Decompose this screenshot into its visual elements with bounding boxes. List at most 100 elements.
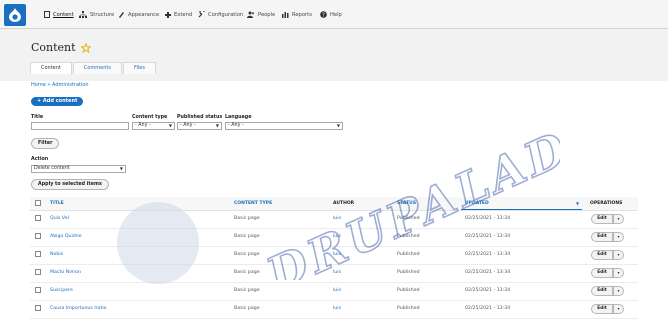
row-updated: 02/25/2021 - 13:34 <box>465 234 511 239</box>
tab-files[interactable]: Files <box>123 62 156 74</box>
row-edit-button[interactable]: Edit <box>591 250 613 260</box>
row-checkbox[interactable] <box>35 269 41 275</box>
admin-toolbar: Content Structure Appearance Extend Conf… <box>0 0 668 29</box>
row-checkbox[interactable] <box>35 251 41 257</box>
chevron-down-icon: ▼ <box>168 123 172 128</box>
row-checkbox[interactable] <box>35 233 41 239</box>
published-status-label: Published status <box>177 115 223 120</box>
apply-to-selected-button[interactable]: Apply to selected items <box>31 179 109 190</box>
language-value: - Any - <box>228 123 244 128</box>
row-title-link[interactable]: Nobis <box>50 252 63 257</box>
title-filter-label: Title <box>31 115 44 120</box>
row-author-link[interactable]: luis <box>333 306 341 311</box>
action-label: Action <box>31 157 49 162</box>
add-content-button[interactable]: + Add content <box>31 97 84 106</box>
filter-button[interactable]: Filter <box>31 138 60 149</box>
structure-icon <box>79 11 87 18</box>
row-author-link[interactable]: luis <box>333 216 341 221</box>
row-checkbox[interactable] <box>35 287 41 293</box>
row-edit-button[interactable]: Edit <box>591 214 613 224</box>
row-operations-dropdown[interactable]: ▾ <box>613 214 624 224</box>
row-updated: 02/25/2021 - 13:34 <box>465 306 511 311</box>
toolbar-configuration-label: Configuration <box>208 11 244 18</box>
select-all-checkbox[interactable] <box>35 200 41 206</box>
sort-desc-icon: ▼ <box>576 201 580 206</box>
column-operations: OPERATIONS <box>590 201 623 206</box>
breadcrumb[interactable]: Home » Administration <box>31 82 89 88</box>
row-content-type: Basic page <box>234 234 260 239</box>
page-title: Content <box>31 41 91 54</box>
help-icon: ? <box>320 11 327 18</box>
row-edit-button[interactable]: Edit <box>591 286 613 296</box>
title-filter-input[interactable] <box>31 122 129 130</box>
row-title-link[interactable]: Abigo Quidne <box>50 234 82 239</box>
extend-icon <box>165 12 171 18</box>
row-status: Published <box>397 252 420 257</box>
content-type-select[interactable]: - Any - ▼ <box>132 122 175 130</box>
row-status: Published <box>397 288 420 293</box>
published-status-value: - Any - <box>180 123 196 128</box>
toolbar-people[interactable]: People <box>247 0 275 29</box>
language-label: Language <box>225 115 252 120</box>
published-status-select[interactable]: - Any - ▼ <box>177 122 222 130</box>
row-author-link[interactable]: luis <box>333 252 341 257</box>
row-status: Published <box>397 234 420 239</box>
toolbar-appearance-label: Appearance <box>128 11 160 18</box>
row-operations-dropdown[interactable]: ▾ <box>613 304 624 314</box>
chevron-down-icon: ▼ <box>336 123 340 128</box>
row-author-link[interactable]: luis <box>333 270 341 275</box>
tab-comments[interactable]: Comments <box>72 62 122 74</box>
row-operations-dropdown[interactable]: ▾ <box>613 250 624 260</box>
content-icon <box>44 11 50 18</box>
column-content-type[interactable]: CONTENT TYPE <box>234 201 272 206</box>
row-edit-button[interactable]: Edit <box>591 232 613 242</box>
row-title-link[interactable]: Macto Nimon <box>50 270 81 275</box>
svg-text:?: ? <box>322 12 325 18</box>
toolbar-reports[interactable]: Reports <box>282 0 312 29</box>
row-checkbox[interactable] <box>35 215 41 221</box>
toolbar-content[interactable]: Content <box>44 0 74 29</box>
column-author: AUTHOR <box>333 201 355 206</box>
action-value: Delete content <box>34 166 70 171</box>
drupal-logo-icon[interactable] <box>4 4 26 26</box>
toolbar-structure[interactable]: Structure <box>79 0 114 29</box>
row-title-link[interactable]: Suscipere <box>50 288 73 293</box>
row-content-type: Basic page <box>234 306 260 311</box>
toolbar-reports-label: Reports <box>292 11 312 18</box>
row-status: Published <box>397 306 420 311</box>
row-edit-button[interactable]: Edit <box>591 304 613 314</box>
row-operations-dropdown[interactable]: ▾ <box>613 286 624 296</box>
star-shortcut-icon[interactable] <box>80 42 91 53</box>
row-status: Published <box>397 216 420 221</box>
row-status: Published <box>397 270 420 275</box>
row-checkbox[interactable] <box>35 305 41 311</box>
row-operations-dropdown[interactable]: ▾ <box>613 268 624 278</box>
toolbar-help[interactable]: ? Help <box>320 0 342 29</box>
toolbar-appearance[interactable]: Appearance <box>118 0 159 29</box>
toolbar-configuration[interactable]: Configuration <box>198 0 243 29</box>
configuration-icon <box>198 11 205 18</box>
row-operations-dropdown[interactable]: ▾ <box>613 232 624 242</box>
row-title-link[interactable]: Quis Vel <box>50 216 69 221</box>
row-author-link[interactable]: luis <box>333 288 341 293</box>
tab-content[interactable]: Content <box>30 62 72 74</box>
row-edit-button[interactable]: Edit <box>591 268 613 278</box>
row-content-type: Basic page <box>234 252 260 257</box>
row-content-type: Basic page <box>234 288 260 293</box>
row-author-link[interactable]: luis <box>333 234 341 239</box>
action-select[interactable]: Delete content ▼ <box>31 165 126 173</box>
toolbar-structure-label: Structure <box>90 11 115 18</box>
row-updated: 02/25/2021 - 13:34 <box>465 216 511 221</box>
column-updated[interactable]: UPDATED <box>465 201 489 206</box>
column-status[interactable]: STATUS <box>397 201 416 206</box>
toolbar-help-label: Help <box>330 11 342 18</box>
toolbar-content-label: Content <box>53 11 74 18</box>
language-select[interactable]: - Any - ▼ <box>225 122 343 130</box>
chevron-down-icon: ▼ <box>215 123 219 128</box>
row-content-type: Basic page <box>234 270 260 275</box>
row-updated: 02/25/2021 - 13:34 <box>465 252 511 257</box>
row-title-link[interactable]: Causa Importunus Iratio <box>50 306 107 311</box>
toolbar-extend[interactable]: Extend <box>164 0 192 29</box>
column-title[interactable]: TITLE <box>50 201 64 206</box>
row-updated: 02/25/2021 - 13:34 <box>465 270 511 275</box>
